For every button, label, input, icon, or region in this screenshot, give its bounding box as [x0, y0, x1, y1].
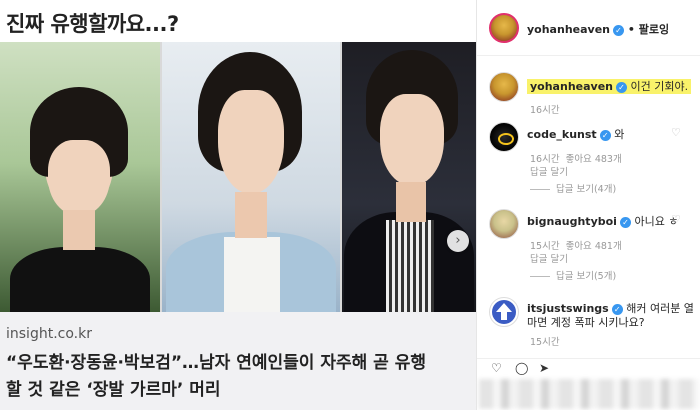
header-username[interactable]: yohanheaven: [527, 23, 610, 36]
header-avatar[interactable]: [489, 13, 519, 43]
article-headline[interactable]: “우도환·장동윤·박보검”…남자 연예인들이 자주해 곧 유행 할 것 같은 ‘…: [6, 350, 476, 404]
photo-person-1: [0, 42, 160, 312]
person-2-neck: [235, 192, 267, 238]
verified-icon: ✓: [611, 303, 623, 315]
verified-icon: ✓: [619, 216, 631, 228]
person-2-face: [218, 90, 284, 194]
reply-button[interactable]: 답글 달기: [530, 251, 568, 265]
comment-2-meta: 15시간 좋아요 481개: [530, 238, 628, 252]
comment-time: 15시간: [530, 337, 560, 348]
following-button[interactable]: • 팔로잉: [628, 23, 669, 36]
news-card: 진짜 유행할까요...? › insight.co.kr “우도환·장동윤·박보…: [0, 0, 476, 410]
caption-avatar[interactable]: [489, 72, 519, 102]
view-replies-label[interactable]: 답글 보기(4개): [556, 184, 616, 195]
headline-line-1: “우도환·장동윤·박보검”…남자 연예인들이 자주해 곧 유행: [6, 353, 427, 373]
comment-username[interactable]: bignaughtyboi: [527, 215, 617, 228]
source-domain: insight.co.kr: [6, 326, 92, 342]
comment-avatar-bignaughtyboi[interactable]: [489, 209, 519, 239]
comment-1: code_kunst ✓ 와: [527, 126, 624, 142]
caption-username[interactable]: yohanheaven: [530, 80, 613, 93]
comment-text: 와: [614, 128, 625, 141]
header-username-row[interactable]: yohanheaven ✓ • 팔로잉: [527, 21, 669, 37]
verified-icon: ✓: [599, 129, 611, 141]
instagram-panel: yohanheaven ✓ • 팔로잉 yohanheaven ✓ 이건 기회야. …: [476, 0, 700, 410]
view-replies-1[interactable]: 답글 보기(4개): [530, 181, 616, 195]
person-1-face-front: [48, 140, 110, 216]
person-2-tshirt: [224, 237, 280, 312]
comment-likes[interactable]: 좋아요 481개: [566, 241, 622, 252]
heart-icon[interactable]: ♡: [491, 361, 505, 375]
share-icon[interactable]: ➤: [539, 361, 553, 375]
up-arrow-icon: [492, 300, 516, 324]
person-1-neck: [63, 210, 95, 250]
headline-line-2: 할 것 같은 ‘장발 가르마’ 머리: [6, 380, 221, 400]
link-preview[interactable]: insight.co.kr “우도환·장동윤·박보검”…남자 연예인들이 자주해…: [0, 312, 476, 410]
comment-username[interactable]: code_kunst: [527, 128, 597, 141]
caption-time: 16시간: [530, 105, 560, 116]
person-3-face: [380, 94, 444, 186]
like-comment-icon[interactable]: ♡: [671, 126, 681, 139]
comment-icon[interactable]: ◯: [515, 361, 529, 375]
photo-person-2: [162, 42, 340, 312]
divider-line: [530, 189, 550, 190]
post-header: yohanheaven ✓ • 팔로잉: [477, 0, 700, 56]
person-3-neck: [396, 182, 426, 222]
like-comment-icon[interactable]: ♡: [671, 213, 681, 226]
caption-text: 이건 기회야.: [630, 80, 689, 93]
view-replies-2[interactable]: 답글 보기(5개): [530, 268, 616, 282]
verified-icon: ✓: [613, 24, 624, 36]
divider-line: [530, 276, 550, 277]
comment-likes[interactable]: 좋아요 483개: [566, 154, 622, 165]
person-3-shirt: [386, 220, 434, 312]
comment-avatar-code-kunst[interactable]: [489, 122, 519, 152]
carousel-next-button[interactable]: ›: [447, 230, 469, 252]
post-title: 진짜 유행할까요...?: [6, 12, 179, 36]
comment-2: bignaughtyboi ✓ 아니요 ㅎ: [527, 213, 678, 229]
reply-button[interactable]: 답글 달기: [530, 164, 568, 178]
action-bar: ♡ ◯ ➤: [477, 358, 700, 410]
comment-1-meta: 16시간 좋아요 483개: [530, 151, 628, 165]
view-replies-label[interactable]: 답글 보기(5개): [556, 271, 616, 282]
verified-icon: ✓: [616, 81, 627, 93]
caption-highlight: yohanheaven ✓ 이건 기회야.: [527, 79, 692, 94]
photo-person-3: [342, 42, 476, 312]
person-1-shirt: [10, 247, 150, 312]
comment-text-line-2: 마면 계정 폭파 시키나요?: [527, 316, 645, 329]
caption: yohanheaven ✓ 이건 기회야.: [527, 78, 692, 94]
comment-avatar-itsjustswings[interactable]: [489, 297, 519, 327]
photo-carousel[interactable]: [0, 42, 476, 312]
blurred-region: [479, 379, 699, 409]
